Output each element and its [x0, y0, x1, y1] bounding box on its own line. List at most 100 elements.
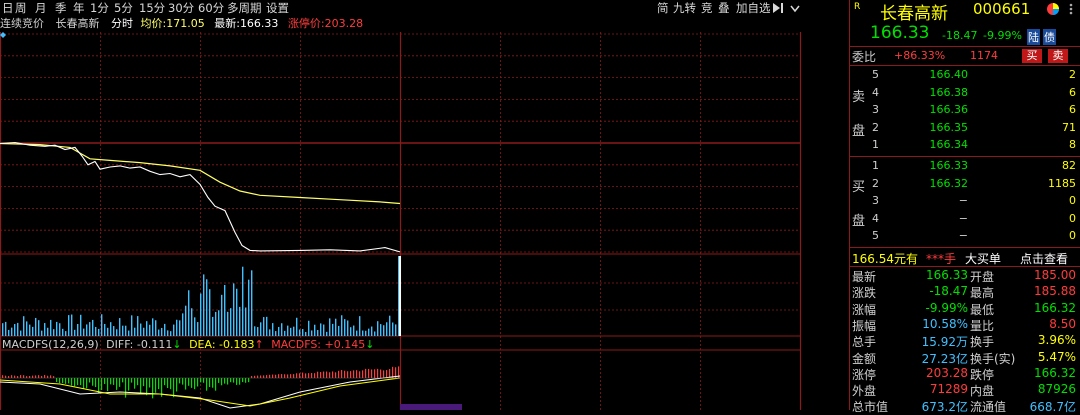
macd-bar: [125, 378, 127, 398]
macd-bar: [110, 378, 112, 385]
macd-bar: [149, 378, 151, 388]
macd-bar: [263, 375, 265, 378]
volume-bar: [86, 324, 88, 336]
pie-chart-icon[interactable]: [1046, 2, 1060, 16]
volume-bar: [8, 329, 10, 336]
toolbar-item-10[interactable]: 多周期: [225, 0, 264, 16]
sell-price: 166.36: [929, 103, 969, 116]
buy-level: 4: [872, 211, 879, 225]
view-detail-link[interactable]: 点击查看: [1020, 250, 1068, 267]
toolbar-right-item-4[interactable]: 加自选: [734, 0, 773, 16]
toolbar-item-11[interactable]: 设置: [264, 0, 291, 16]
buy-price: 166.32: [929, 176, 969, 190]
volume-bar: [251, 270, 253, 336]
toolbar-item-2[interactable]: 月: [33, 0, 49, 16]
volume-bar: [305, 331, 307, 336]
buy-side-label-1: 买: [852, 180, 866, 195]
toolbar-item-5[interactable]: 1分: [88, 0, 111, 16]
macd-bar: [119, 378, 121, 387]
volume-bar: [350, 327, 352, 336]
toolbar-item-9[interactable]: 60分: [196, 0, 226, 16]
volume-bar: [317, 330, 319, 336]
avg-price-value: 171.05: [166, 17, 205, 30]
volume-bar: [263, 317, 265, 336]
macd-bar: [164, 378, 166, 386]
volume-bar: [134, 327, 136, 336]
sell-price: 166.40: [929, 68, 969, 81]
macd-bar: [47, 375, 49, 378]
sell-level: 4: [872, 85, 879, 99]
play-bar-icon[interactable]: [772, 2, 784, 14]
volume-bar: [74, 329, 76, 336]
volume-bar: [104, 323, 106, 336]
volume-bar: [176, 319, 178, 336]
stat-value: 185.88: [1034, 284, 1076, 299]
toolbar-item-3[interactable]: 季: [53, 0, 69, 16]
volume-bar: [296, 317, 298, 336]
trading-mode: 连续竞价: [0, 17, 44, 30]
toolbar-item-7[interactable]: 15分: [137, 0, 167, 16]
toolbar-item-1[interactable]: 周: [13, 0, 29, 16]
toolbar-right-item-3[interactable]: 叠: [716, 0, 732, 16]
intraday-label: 分时: [111, 17, 133, 30]
sell-button[interactable]: 卖: [1048, 49, 1068, 63]
volume-bar: [254, 326, 256, 336]
macd-bar: [32, 375, 34, 378]
toolbar-item-6[interactable]: 5分: [112, 0, 135, 16]
volume-bar: [239, 306, 241, 336]
volume-bar: [65, 331, 67, 336]
macd-bar: [170, 378, 172, 390]
macd-bar: [374, 369, 376, 378]
stat-value: 10.58%: [922, 316, 968, 331]
volume-bar: [38, 320, 40, 336]
toolbar-item-4[interactable]: 年: [71, 0, 87, 16]
volume-bar: [227, 311, 229, 336]
macd-bar: [62, 378, 64, 384]
macd-bar: [302, 372, 304, 378]
macd-bar: [257, 375, 259, 378]
sell-level: 5: [872, 68, 879, 81]
macd-bar: [350, 371, 352, 378]
volume-bar: [287, 325, 289, 336]
macd-diff: DIFF: -0.111: [106, 338, 173, 351]
volume-bar: [218, 310, 220, 336]
volume-bar: [155, 320, 157, 336]
toolbar-item-8[interactable]: 30分: [166, 0, 196, 16]
volume-bar: [89, 322, 91, 336]
macd-bar: [296, 373, 298, 378]
volume-bar: [386, 322, 388, 336]
macd-bar: [11, 375, 13, 378]
chevron-down-icon[interactable]: [789, 2, 801, 14]
stat-value: 15.92万: [921, 335, 968, 350]
toolbar-right-item-1[interactable]: 九转: [671, 0, 698, 16]
avg-price-line: [0, 142, 401, 205]
macd-bar: [134, 378, 136, 389]
toolbar-right-item-2[interactable]: 竞: [699, 0, 715, 16]
macd-bar: [359, 371, 361, 378]
buy-button[interactable]: 买: [1022, 49, 1042, 63]
toolbar-right-item-0[interactable]: 简: [655, 0, 671, 16]
volume-bar: [242, 266, 244, 336]
volume-bar: [311, 330, 313, 336]
sell-volume: 6: [1069, 85, 1076, 99]
sell-level: 2: [872, 120, 879, 134]
volume-bar: [200, 293, 202, 336]
volume-bar: [344, 319, 346, 336]
macd-bar: [2, 375, 4, 378]
macd-bar: [314, 373, 316, 378]
macd-bar: [233, 378, 235, 383]
macd-bar: [56, 378, 58, 383]
stat-label: 内盘: [970, 384, 995, 399]
volume-bar: [119, 318, 121, 336]
macd-value-arrow: ↓: [365, 338, 375, 351]
intraday-chart[interactable]: 10.00%8.04%6.08%4.04%2.08%0.00%1.92%3.96…: [0, 32, 803, 410]
macd-bar: [158, 378, 160, 390]
sell-price: 166.34: [929, 138, 969, 151]
sell-price: 166.38: [929, 85, 969, 99]
stat-value: 185.00: [1034, 268, 1076, 282]
macd-bar: [80, 378, 82, 386]
volume-bar: [257, 327, 259, 336]
bigorder-hand: ***手: [926, 252, 957, 266]
more-icon[interactable]: [1065, 3, 1077, 15]
macd-bar: [200, 378, 202, 383]
